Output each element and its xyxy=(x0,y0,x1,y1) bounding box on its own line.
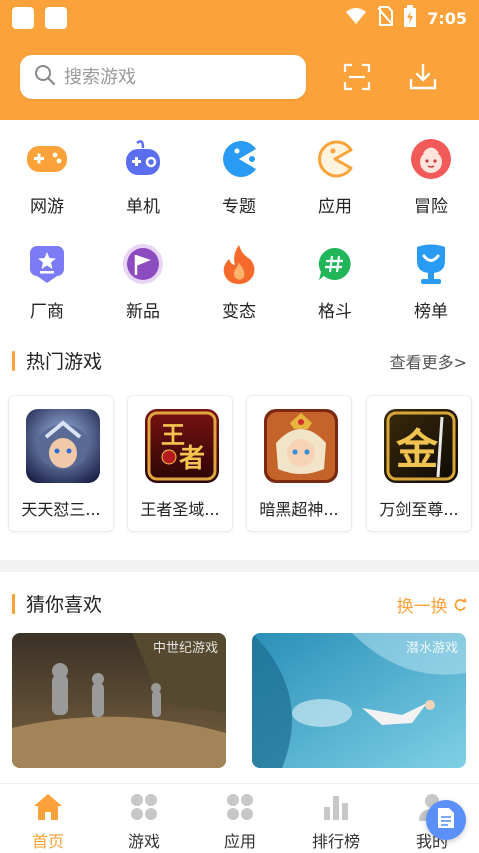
category-格斗[interactable]: 格斗 xyxy=(299,235,371,322)
category-变态[interactable]: 变态 xyxy=(203,235,275,322)
clock: 7:05 xyxy=(427,8,467,28)
recommend-banner[interactable]: 潜水游戏 xyxy=(252,633,466,768)
category-grid: 网游 单机 专题 应用 冒险 厂商 新品 变态 格斗 榜单 xyxy=(0,130,479,340)
bottom-nav: 首页 游戏 应用 排行榜 我的 xyxy=(0,783,479,853)
category-新品[interactable]: 新品 xyxy=(107,235,179,322)
gamepad-icon xyxy=(24,136,70,182)
podium-icon xyxy=(408,241,454,287)
game-name: 王者圣域... xyxy=(140,500,220,519)
flag-icon xyxy=(120,241,166,287)
tab-home[interactable]: 首页 xyxy=(8,790,88,852)
category-单机[interactable]: 单机 xyxy=(107,130,179,217)
pacman-icon xyxy=(216,136,262,182)
guess-header: 猜你喜欢 换一换 xyxy=(12,590,467,618)
game-thumbnail: 王者 xyxy=(145,409,219,483)
category-专题[interactable]: 专题 xyxy=(203,130,275,217)
game-card[interactable]: 王者 王者圣域... xyxy=(127,395,233,532)
tab-games[interactable]: 游戏 xyxy=(104,790,184,852)
pacman-outline-icon xyxy=(312,136,358,182)
game-thumbnail: 金 xyxy=(384,409,458,483)
scan-icon[interactable] xyxy=(340,60,374,94)
category-label: 单机 xyxy=(126,197,160,217)
controller-icon xyxy=(120,136,166,182)
no-sim-icon xyxy=(377,6,394,30)
search-bar[interactable] xyxy=(20,55,306,99)
tab-label: 排行榜 xyxy=(311,832,360,851)
tab-label: 应用 xyxy=(223,832,256,851)
notification-icon xyxy=(12,7,34,29)
category-label: 网游 xyxy=(30,197,64,217)
view-more-link[interactable]: 查看更多> xyxy=(390,349,467,373)
tab-apps[interactable]: 应用 xyxy=(200,790,280,852)
refresh-label: 换一换 xyxy=(396,597,448,617)
document-icon xyxy=(436,807,456,833)
tab-ranking[interactable]: 排行榜 xyxy=(296,790,376,852)
section-accent-bar xyxy=(12,594,15,614)
category-应用[interactable]: 应用 xyxy=(299,130,371,217)
category-label: 榜单 xyxy=(414,302,448,322)
category-榜单[interactable]: 榜单 xyxy=(395,235,467,322)
game-thumbnail xyxy=(26,409,100,483)
category-厂商[interactable]: 厂商 xyxy=(11,235,83,322)
category-label: 变态 xyxy=(222,302,256,322)
search-icon xyxy=(34,64,56,90)
home-icon xyxy=(31,790,65,824)
svg-text:者: 者 xyxy=(179,444,205,474)
game-card[interactable]: 暗黑超神... xyxy=(246,395,352,532)
tab-label: 游戏 xyxy=(127,832,160,851)
download-icon[interactable] xyxy=(406,60,440,94)
category-label: 厂商 xyxy=(30,302,64,322)
category-label: 新品 xyxy=(126,302,160,322)
category-网游[interactable]: 网游 xyxy=(11,130,83,217)
hash-chat-icon xyxy=(312,241,358,287)
star-badge-icon xyxy=(24,241,70,287)
category-label: 专题 xyxy=(222,197,256,217)
section-title: 猜你喜欢 xyxy=(26,594,103,616)
category-label: 格斗 xyxy=(318,302,352,322)
section-divider xyxy=(0,560,479,572)
status-bar: 7:05 xyxy=(0,0,479,36)
wifi-icon xyxy=(345,7,367,29)
refresh-button[interactable]: 换一换 xyxy=(397,592,467,617)
recommend-banner[interactable]: 中世纪游戏 xyxy=(12,633,226,768)
flame-icon xyxy=(216,241,262,287)
game-name: 万剑至尊... xyxy=(379,500,459,519)
notification-icon xyxy=(45,7,67,29)
feedback-button[interactable] xyxy=(426,800,466,840)
svg-text:金: 金 xyxy=(395,425,439,474)
game-card[interactable]: 天天怼三... xyxy=(8,395,114,532)
game-name: 天天怼三... xyxy=(21,500,101,519)
tab-label: 首页 xyxy=(31,832,64,851)
refresh-icon xyxy=(453,597,467,617)
game-name: 暗黑超神... xyxy=(259,500,339,519)
face-icon xyxy=(408,136,454,182)
banner-tag: 潜水游戏 xyxy=(405,641,458,656)
ranking-icon xyxy=(319,790,353,824)
games-grid-icon xyxy=(127,790,161,824)
battery-icon xyxy=(403,5,417,31)
search-input[interactable] xyxy=(64,66,284,88)
category-label: 冒险 xyxy=(414,197,448,217)
hot-games-header: 热门游戏 查看更多> xyxy=(12,347,467,375)
banner-tag: 中世纪游戏 xyxy=(152,641,218,656)
section-title: 热门游戏 xyxy=(26,351,103,373)
section-accent-bar xyxy=(12,351,15,371)
category-冒险[interactable]: 冒险 xyxy=(395,130,467,217)
apps-grid-icon xyxy=(223,790,257,824)
category-label: 应用 xyxy=(318,197,352,217)
game-card[interactable]: 金 万剑至尊... xyxy=(366,395,472,532)
game-thumbnail xyxy=(264,409,338,483)
header: 7:05 xyxy=(0,0,479,120)
